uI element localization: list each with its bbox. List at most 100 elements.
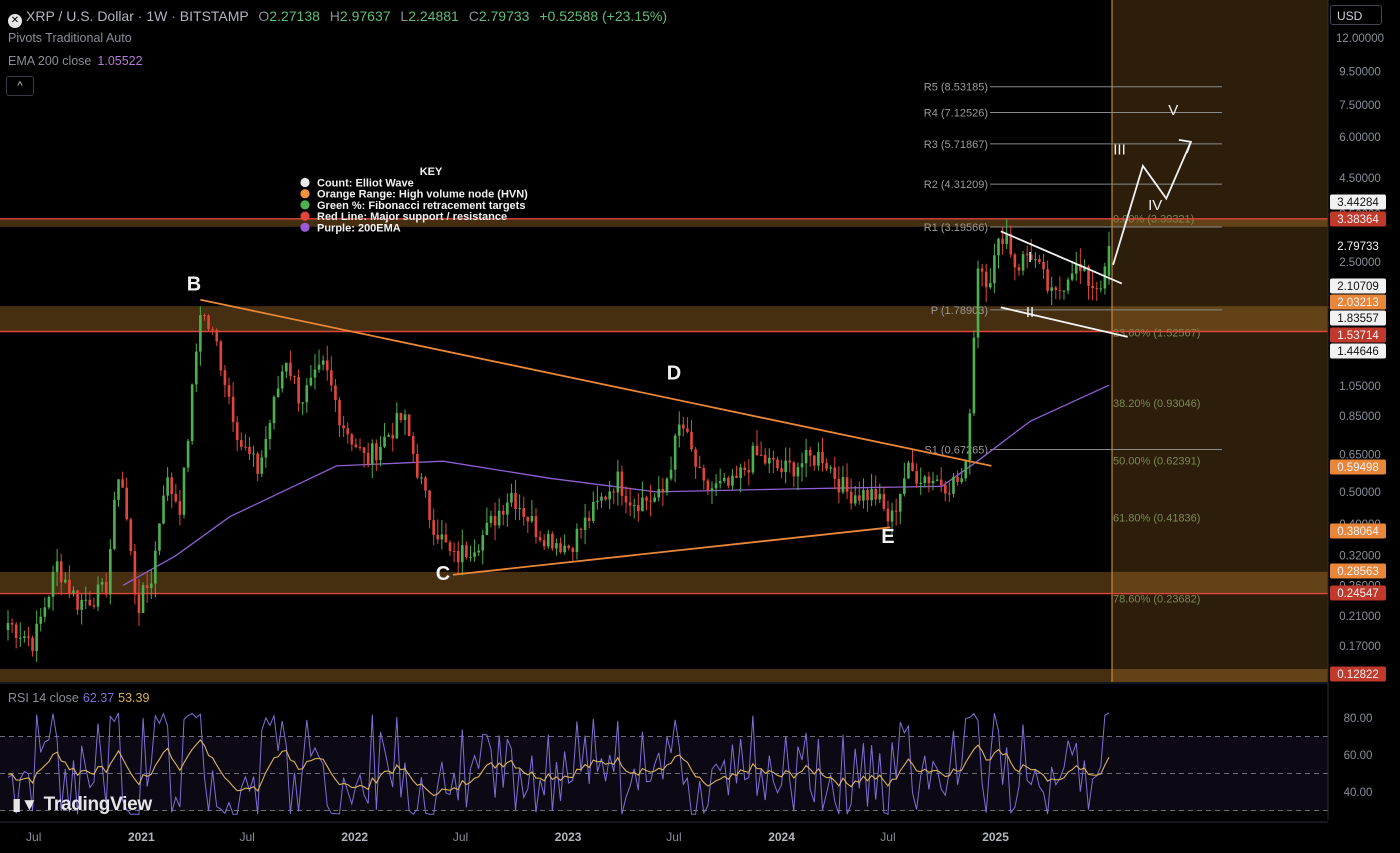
price-axis-tick: 12.00000	[1336, 33, 1384, 45]
price-tag: 0.12822	[1330, 666, 1386, 682]
candle-body	[870, 489, 873, 501]
candle-body	[853, 495, 857, 504]
candle-body	[722, 477, 726, 482]
pivot-label: R4 (7.12526)	[924, 107, 988, 119]
rsi-indicator-label[interactable]: RSI 14 close 62.37 53.39	[8, 691, 149, 705]
candle-body	[1058, 289, 1062, 291]
candle-body	[325, 360, 329, 371]
candle-body	[862, 490, 865, 501]
currency-selector[interactable]: USD	[1330, 5, 1382, 25]
candle-body	[661, 489, 665, 493]
candle-body	[571, 548, 575, 553]
candle-body	[465, 545, 468, 558]
candle-body	[375, 443, 378, 461]
wave-label: III	[1113, 142, 1126, 159]
candle-body	[125, 487, 129, 520]
candle-body	[1017, 267, 1021, 271]
time-axis-tick: Jul	[26, 830, 41, 844]
price-tag-label: 3.38364	[1337, 214, 1379, 226]
candle-body	[575, 528, 579, 553]
pivots-indicator-label[interactable]: Pivots Traditional Auto	[8, 31, 132, 45]
candle-body	[731, 475, 734, 486]
fib-label: 23.60% (1.52567)	[1113, 328, 1200, 340]
candle-body	[706, 480, 710, 491]
price-tag: 3.44284	[1330, 194, 1386, 210]
candle-body	[530, 516, 534, 522]
candle-body	[297, 376, 300, 404]
high-value: 2.97637	[339, 8, 391, 24]
candle-body	[469, 556, 472, 558]
candle-body	[980, 268, 984, 272]
candle-body	[903, 478, 906, 494]
candle-body	[424, 477, 427, 491]
candle-body	[420, 477, 423, 479]
candle-body	[166, 477, 169, 496]
candle-body	[993, 255, 996, 284]
candle-body	[133, 551, 137, 595]
pivot-label: R5 (8.53185)	[924, 82, 988, 94]
exchange: BITSTAMP	[179, 8, 249, 24]
candle-body	[784, 460, 787, 473]
candle-body	[313, 369, 317, 378]
candle-body	[170, 477, 174, 495]
candle-body	[829, 467, 832, 469]
price-axis-tick: 1.05000	[1339, 381, 1381, 393]
candle-body	[100, 582, 104, 585]
chart-canvas[interactable]: R5 (8.53185) R4 (7.12526) R3 (5.71867) R2 (…	[0, 0, 1400, 848]
candle-body	[984, 271, 988, 288]
candle	[186, 438, 190, 473]
candle-body	[358, 447, 362, 449]
candle-body	[1034, 259, 1037, 261]
key-item: Orange Range: High volume node (HVN)	[317, 189, 528, 201]
price-tag: 0.38064	[1330, 523, 1386, 539]
time-axis-tick: 2023	[555, 830, 582, 844]
tradingview-logo[interactable]: ▮▼ TradingView	[12, 794, 152, 816]
collapse-legend-button[interactable]: ^	[6, 76, 34, 96]
symbol-logo-icon: ✕	[8, 14, 22, 28]
candle-body	[841, 477, 845, 493]
candle-body	[878, 493, 882, 500]
candle-body	[759, 454, 763, 456]
candle-body	[866, 490, 869, 501]
price-tag: 1.53714	[1330, 327, 1386, 343]
candle-body	[776, 459, 779, 469]
candle-body	[600, 496, 603, 501]
separator-dot: ·	[137, 8, 143, 24]
candle-body	[964, 460, 968, 479]
pivot-label: P (1.78903)	[931, 305, 988, 317]
price-chart[interactable]: R5 (8.53185) R4 (7.12526) R3 (5.71867) R2 (…	[0, 0, 1400, 848]
rsi-label: RSI 14 close	[8, 691, 79, 705]
symbol-name[interactable]: XRP / U.S. Dollar	[26, 8, 134, 24]
candle-body	[244, 446, 247, 448]
candle-body	[800, 463, 804, 468]
candle-body	[14, 624, 18, 638]
candle-body	[796, 467, 800, 477]
candle-body	[194, 351, 198, 385]
wave-label: V	[1168, 102, 1178, 119]
wave-label: II	[1026, 304, 1034, 321]
candle-body	[23, 636, 26, 638]
open-label: O	[258, 8, 270, 24]
ema-indicator[interactable]: EMA 200 close 1.05522	[8, 54, 143, 68]
candle-body	[817, 451, 820, 466]
candle-body	[231, 396, 235, 423]
time-axis-tick: Jul	[239, 830, 254, 844]
interval[interactable]: 1W	[146, 8, 167, 24]
candle-body	[534, 516, 538, 538]
candle-body	[162, 495, 165, 524]
candle-body	[956, 476, 959, 482]
low-value: 2.24881	[408, 8, 459, 24]
key-title: KEY	[420, 166, 443, 178]
candle-body	[657, 489, 661, 498]
candle-body	[293, 375, 296, 377]
candle-body	[952, 476, 955, 494]
fib-label: 50.00% (0.62391)	[1113, 455, 1200, 467]
candle	[907, 460, 910, 479]
candle-body	[632, 505, 636, 507]
fib-label: 61.80% (0.41836)	[1113, 512, 1200, 524]
time-axis-tick: 2024	[768, 830, 795, 844]
candle-body	[894, 510, 898, 512]
candle-body	[1054, 287, 1058, 290]
candle-body	[510, 493, 513, 503]
key-dot-icon	[300, 189, 310, 199]
